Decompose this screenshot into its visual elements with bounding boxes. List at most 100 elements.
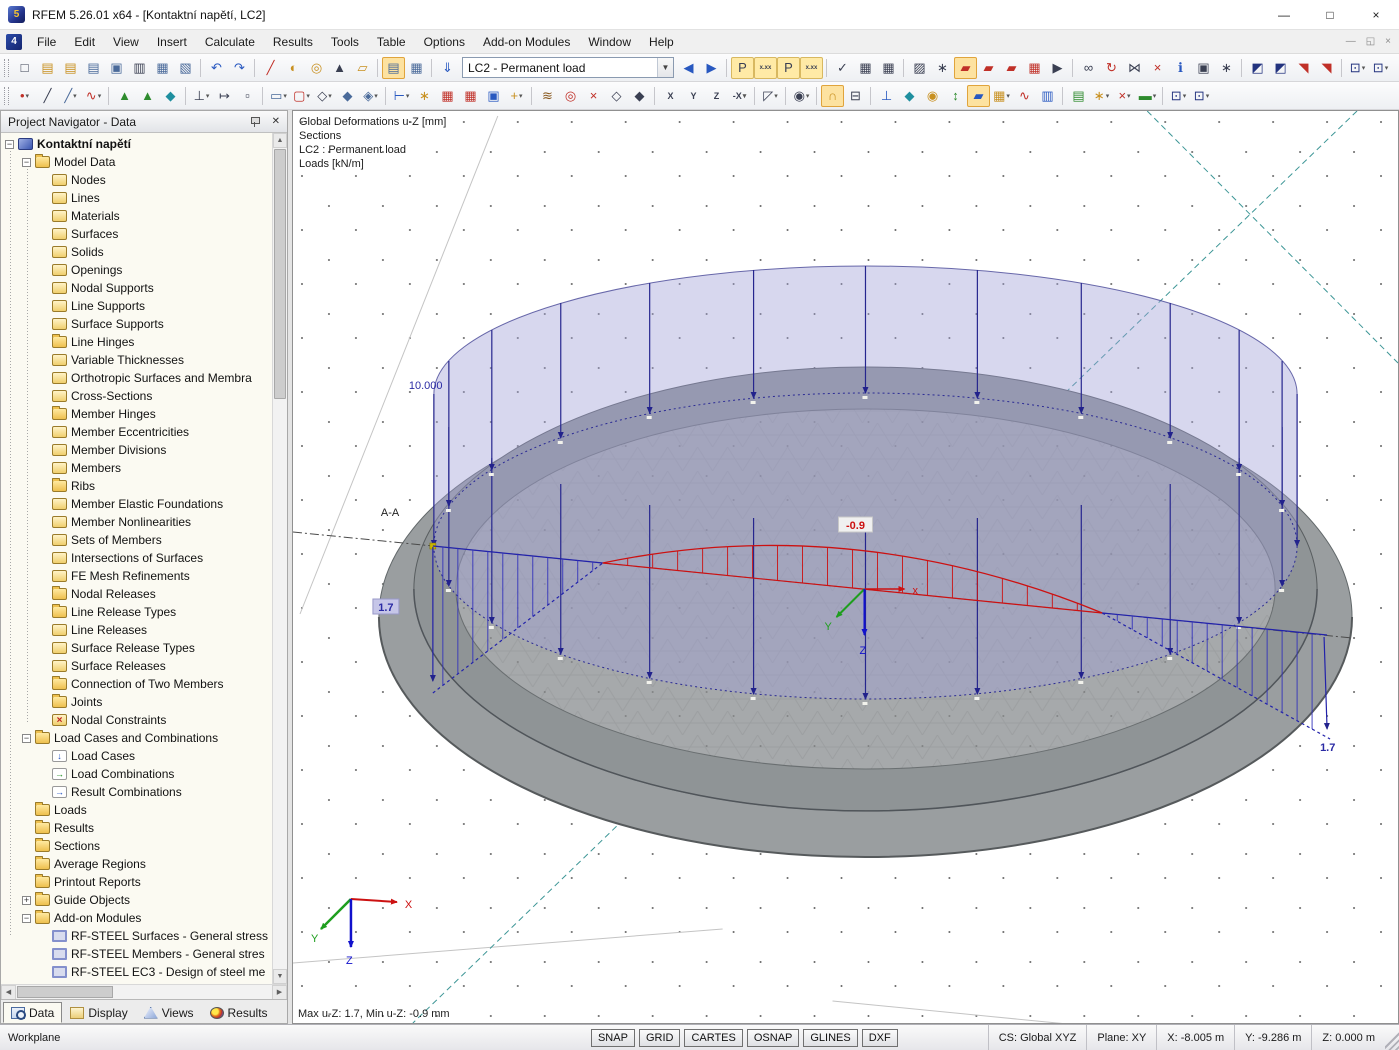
section-manager-icon[interactable]: ⊟: [844, 85, 867, 107]
tree-item[interactable]: Variable Thicknesses: [1, 351, 272, 369]
new-dimension-icon[interactable]: ↦: [213, 85, 236, 107]
line-support-icon[interactable]: P: [777, 57, 800, 79]
tree-item[interactable]: Openings: [1, 261, 272, 279]
fe-refinement3-icon[interactable]: ▣: [482, 85, 505, 107]
new-solid-icon[interactable]: ◇: [313, 85, 336, 107]
close-button[interactable]: ×: [1353, 0, 1399, 29]
tree-item[interactable]: Surface Releases: [1, 657, 272, 675]
view-y-icon[interactable]: Y: [682, 85, 705, 107]
menu-window[interactable]: Window: [579, 32, 640, 52]
vertical-scrollbar[interactable]: ▲ ▼: [272, 133, 287, 984]
new-polyline-icon[interactable]: ∿: [82, 85, 105, 107]
tree-item[interactable]: Surface Release Types: [1, 639, 272, 657]
workplane-xz-icon[interactable]: ▰: [1000, 57, 1023, 79]
solid-view2-icon[interactable]: ◆: [628, 85, 651, 107]
member-check-icon[interactable]: ✓: [831, 57, 854, 79]
tree-item[interactable]: Orthotropic Surfaces and Membra: [1, 369, 272, 387]
tree-item[interactable]: Members: [1, 459, 272, 477]
tree-item[interactable]: RF-STEEL EC3 - Design of steel me: [1, 963, 272, 981]
tree-item[interactable]: FE Mesh Refinements: [1, 567, 272, 585]
tree-item[interactable]: − Kontaktní napětí: [1, 135, 272, 153]
tree-item[interactable]: Result Combinations: [1, 783, 272, 801]
tree-item[interactable]: Member Nonlinearities: [1, 513, 272, 531]
tree-item[interactable]: Member Hinges: [1, 405, 272, 423]
new-rect-surface-icon[interactable]: ▭: [267, 85, 290, 107]
menu-table[interactable]: Table: [368, 32, 415, 52]
workplane-yz-icon[interactable]: ▰: [977, 57, 1000, 79]
tree-item[interactable]: Cross-Sections: [1, 387, 272, 405]
tab-display[interactable]: Display: [62, 1002, 135, 1023]
insert-view-icon[interactable]: ◩: [1246, 57, 1269, 79]
insert-view2-icon[interactable]: ◩: [1269, 57, 1292, 79]
scroll-down-icon[interactable]: ▼: [273, 969, 287, 984]
grid-settings-icon[interactable]: ▦: [1023, 57, 1046, 79]
tree-expander[interactable]: +: [22, 896, 31, 905]
tree-item[interactable]: Member Divisions: [1, 441, 272, 459]
horizontal-scrollbar[interactable]: ◀ ▶: [1, 984, 287, 999]
workplane-xy-icon[interactable]: ▰: [954, 57, 977, 79]
dxf-toggle[interactable]: DXF: [862, 1029, 898, 1047]
snap-toggle[interactable]: SNAP: [591, 1029, 635, 1047]
view-x-icon[interactable]: X: [659, 85, 682, 107]
new-member-set-icon[interactable]: ▲: [136, 85, 159, 107]
new-opening-icon[interactable]: ▢: [290, 85, 313, 107]
results-members-icon[interactable]: ⊥: [875, 85, 898, 107]
panel-toggle-icon[interactable]: ▰: [967, 85, 990, 107]
fe-refinement2-icon[interactable]: ▦: [459, 85, 482, 107]
glines-toggle[interactable]: GLINES: [803, 1029, 857, 1047]
menu-results[interactable]: Results: [264, 32, 322, 52]
tab-results[interactable]: Results: [202, 1002, 276, 1023]
results-colors-icon[interactable]: ◆: [898, 85, 921, 107]
rotate-cs-icon[interactable]: ↻: [1100, 57, 1123, 79]
windows-tile-icon[interactable]: ▦: [990, 85, 1013, 107]
new-surface-icon[interactable]: ◆: [159, 85, 182, 107]
zoom-region-icon[interactable]: ◎: [559, 85, 582, 107]
tree-item[interactable]: Load Cases: [1, 747, 272, 765]
chevron-down-icon[interactable]: ▼: [657, 58, 673, 77]
open-network-project-icon[interactable]: ▤: [82, 57, 105, 79]
snap-node-icon[interactable]: ◎: [305, 57, 328, 79]
display-props2-icon[interactable]: ⊡: [1190, 85, 1213, 107]
loadcase-transfer-icon[interactable]: ⇓: [436, 57, 459, 79]
new-solid2-icon[interactable]: ◆: [336, 85, 359, 107]
print-preview-icon[interactable]: ▧: [174, 57, 197, 79]
result-diagram-icon[interactable]: ∿: [1013, 85, 1036, 107]
tree-item[interactable]: Solids: [1, 243, 272, 261]
workplane-cell[interactable]: Plane: XY: [1086, 1025, 1156, 1050]
mdi-minimize-button[interactable]: —: [1346, 36, 1356, 47]
close-icon[interactable]: ✕: [269, 116, 283, 127]
osnap-toggle[interactable]: OSNAP: [747, 1029, 800, 1047]
select-path-icon[interactable]: ▶: [1046, 57, 1069, 79]
tree-expander[interactable]: −: [22, 158, 31, 167]
view-arrow2-icon[interactable]: ◥: [1315, 57, 1338, 79]
redo-icon[interactable]: ↷: [228, 57, 251, 79]
gears-icon[interactable]: ∗: [1215, 57, 1238, 79]
tree-item[interactable]: Nodal Supports: [1, 279, 272, 297]
print-icon[interactable]: ▦: [151, 57, 174, 79]
generate-model-icon[interactable]: ◉: [790, 85, 813, 107]
scroll-right-icon[interactable]: ▶: [272, 985, 287, 1000]
new-model-icon[interactable]: □: [13, 57, 36, 79]
info-icon[interactable]: ℹ: [1169, 57, 1192, 79]
view-arrow-icon[interactable]: ◥: [1292, 57, 1315, 79]
isometric-view-icon[interactable]: ◸: [759, 85, 782, 107]
fe-refinement-icon[interactable]: ▦: [436, 85, 459, 107]
new-line-type-icon[interactable]: ╱: [59, 85, 82, 107]
tab-data[interactable]: Data: [3, 1002, 62, 1023]
tab-views[interactable]: Views: [136, 1002, 202, 1023]
tree-expander[interactable]: −: [5, 140, 14, 149]
menu-help[interactable]: Help: [640, 32, 683, 52]
new-line-icon[interactable]: ╱: [36, 85, 59, 107]
resize-grip[interactable]: [1385, 1025, 1399, 1050]
open-project-icon[interactable]: ▤: [59, 57, 82, 79]
mdi-close-button[interactable]: ×: [1385, 36, 1391, 47]
view-minus-x-icon[interactable]: -X: [728, 85, 751, 107]
previous-loadcase-icon[interactable]: ◀: [677, 57, 700, 79]
tree-item[interactable]: + Guide Objects: [1, 891, 272, 909]
panel-colors-icon[interactable]: ▤: [1067, 85, 1090, 107]
tree-item[interactable]: Line Hinges: [1, 333, 272, 351]
tree-expander[interactable]: −: [22, 914, 31, 923]
line-dimension-icon[interactable]: x.xx: [800, 57, 823, 79]
delete-results-icon[interactable]: ×: [1113, 85, 1136, 107]
wire-model-icon[interactable]: ≋: [536, 85, 559, 107]
